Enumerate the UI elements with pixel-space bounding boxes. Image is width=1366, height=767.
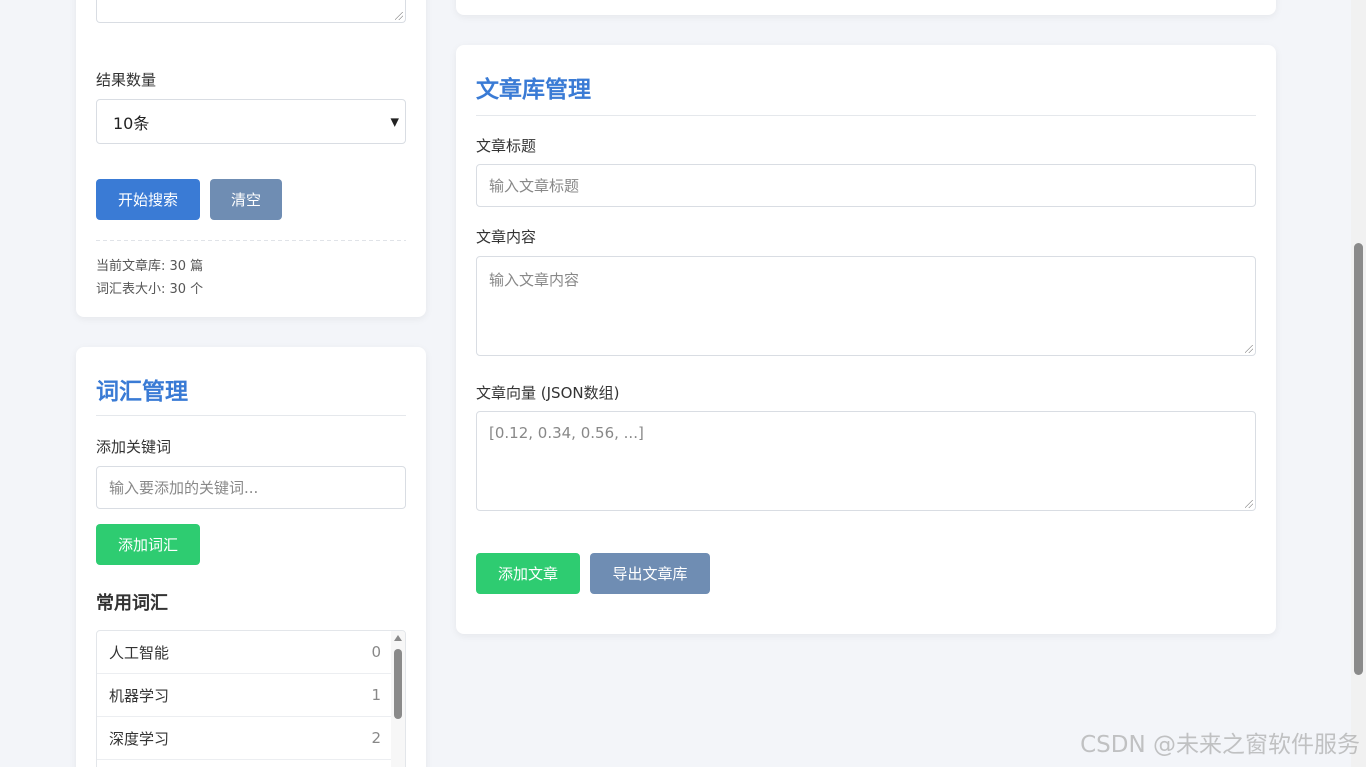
vocab-size-stat: 词汇表大小: 30 个 [96, 282, 204, 297]
list-item[interactable]: 人工智能 0 [97, 631, 393, 674]
query-textarea[interactable] [96, 0, 406, 23]
start-search-button[interactable]: 开始搜索 [96, 179, 200, 220]
resize-grip-icon[interactable] [1245, 500, 1253, 508]
vocab-count: 1 [371, 686, 381, 704]
stats-divider [96, 240, 406, 241]
article-card: 文章库管理 文章标题 输入文章标题 文章内容 输入文章内容 文章向量 (JSON… [456, 45, 1276, 634]
list-scroll-thumb[interactable] [394, 649, 402, 719]
vocab-word: 深度学习 [109, 729, 170, 748]
article-title: 文章库管理 [476, 77, 591, 103]
vocab-count: 0 [371, 643, 381, 661]
scroll-up-arrow-icon[interactable] [394, 635, 402, 641]
result-count-label: 结果数量 [96, 71, 157, 89]
article-vector-textarea[interactable]: [0.12, 0.34, 0.56, ...] [476, 411, 1256, 511]
page-scroll-thumb[interactable] [1354, 243, 1363, 675]
article-content-label: 文章内容 [476, 228, 537, 246]
chevron-down-icon: ▼ [390, 115, 399, 128]
vocab-title-divider [96, 415, 406, 416]
search-card: 结果数量 10条 ▼ 开始搜索 清空 当前文章库: 30 篇 词汇表大小: 30… [76, 0, 426, 317]
add-keyword-label: 添加关键词 [96, 438, 172, 456]
vocab-card: 词汇管理 添加关键词 输入要添加的关键词... 添加词汇 常用词汇 人工智能 0… [76, 347, 426, 767]
add-article-button[interactable]: 添加文章 [476, 553, 580, 594]
export-library-button[interactable]: 导出文章库 [590, 553, 710, 594]
vocab-count: 2 [371, 729, 381, 747]
add-keyword-input[interactable]: 输入要添加的关键词... [96, 466, 406, 509]
vocab-word: 机器学习 [109, 686, 170, 705]
page-scrollbar[interactable] [1351, 0, 1366, 767]
csdn-watermark: CSDN @未来之窗软件服务 [1080, 732, 1360, 758]
list-scrollbar[interactable] [391, 631, 405, 767]
add-keyword-placeholder: 输入要添加的关键词... [109, 479, 259, 497]
article-count-stat: 当前文章库: 30 篇 [96, 259, 204, 274]
list-item[interactable]: 深度学习 2 [97, 717, 393, 760]
vocab-title: 词汇管理 [96, 379, 188, 405]
article-content-textarea[interactable]: 输入文章内容 [476, 256, 1256, 356]
result-count-select[interactable]: 10条 ▼ [96, 99, 406, 144]
article-vector-placeholder: [0.12, 0.34, 0.56, ...] [489, 424, 644, 442]
common-vocab-list[interactable]: 人工智能 0 机器学习 1 深度学习 2 [96, 630, 406, 767]
add-vocab-button[interactable]: 添加词汇 [96, 524, 200, 565]
article-title-input[interactable]: 输入文章标题 [476, 164, 1256, 207]
article-vector-label: 文章向量 (JSON数组) [476, 384, 620, 402]
result-count-value: 10条 [113, 113, 150, 133]
article-title-label: 文章标题 [476, 137, 537, 155]
common-vocab-title: 常用词汇 [96, 593, 168, 614]
list-item[interactable]: 机器学习 1 [97, 674, 393, 717]
top-right-card [456, 0, 1276, 15]
article-title-divider [476, 115, 1256, 116]
clear-button[interactable]: 清空 [210, 179, 282, 220]
resize-grip-icon[interactable] [1245, 345, 1253, 353]
article-content-placeholder: 输入文章内容 [489, 271, 580, 289]
vocab-word: 人工智能 [109, 643, 170, 662]
resize-grip-icon[interactable] [395, 12, 403, 20]
article-title-placeholder: 输入文章标题 [489, 177, 580, 195]
